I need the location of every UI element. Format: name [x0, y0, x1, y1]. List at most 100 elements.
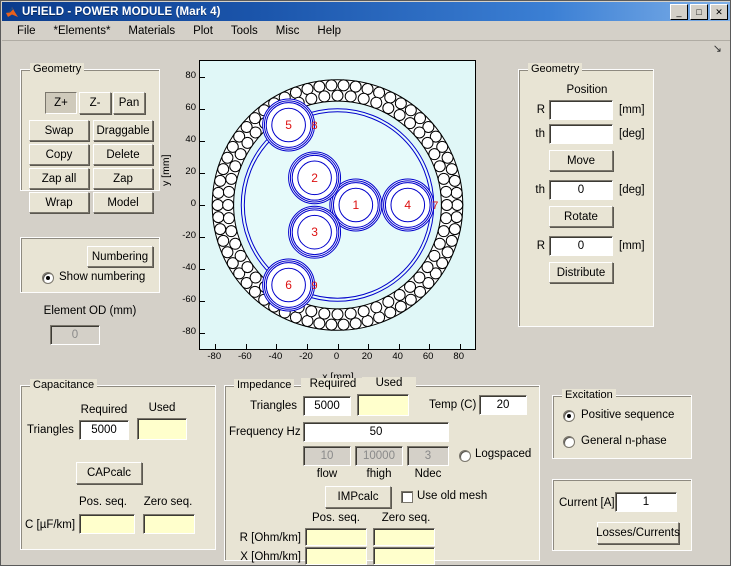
menu-item-tools[interactable]: Tools [222, 23, 267, 39]
impedance-r-zero-seq-field[interactable] [373, 528, 435, 546]
geometry-right-panel: Geometry Position R [mm] th [deg] Move t… [518, 63, 654, 327]
impedance-x-zero-seq-field[interactable] [373, 547, 435, 565]
svg-text:9: 9 [312, 280, 318, 292]
frequency-label: Frequency Hz [229, 426, 301, 438]
svg-text:4: 4 [404, 198, 411, 212]
capacitance-required-label: Required [80, 404, 128, 416]
copy-button[interactable]: Copy [29, 144, 89, 165]
svg-text:8: 8 [312, 120, 318, 132]
x-axis-tick-label: -80 [207, 351, 222, 362]
close-button[interactable]: ✕ [710, 4, 728, 20]
svg-text:3: 3 [311, 225, 318, 239]
maximize-button[interactable]: □ [690, 4, 708, 20]
menu-item-elements[interactable]: *Elements* [45, 23, 120, 39]
impedance-r-pos-seq-field[interactable] [305, 528, 367, 546]
plot-drawing: 1 2 3 4 5 6 8 7 9 [211, 79, 464, 331]
fhigh-field[interactable]: 10000 [355, 446, 403, 466]
model-button[interactable]: Model [93, 192, 153, 213]
distribute-button[interactable]: Distribute [549, 262, 613, 283]
capacitance-c-pos-seq-field[interactable] [79, 514, 135, 534]
svg-text:6: 6 [285, 278, 292, 292]
rotate-button[interactable]: Rotate [549, 206, 613, 227]
svg-text:5: 5 [285, 118, 292, 132]
capacitance-c-zero-seq-field[interactable] [143, 514, 195, 534]
minimize-button[interactable]: _ [670, 4, 688, 20]
zoom-in-button[interactable]: Z+ [45, 92, 77, 114]
show-numbering-radio[interactable] [42, 272, 54, 284]
position-th-field[interactable] [549, 124, 613, 144]
capacitance-title: Capacitance [30, 379, 98, 391]
y-axis-tick [200, 109, 205, 110]
impedance-used-label: Used [362, 377, 416, 389]
move-button[interactable]: Move [549, 150, 613, 171]
zap-button[interactable]: Zap [93, 168, 153, 189]
impedance-x-label: X [Ohm/km] [240, 551, 301, 563]
menu-item-help[interactable]: Help [308, 23, 350, 39]
element-od-field[interactable]: 0 [50, 325, 100, 345]
rotate-th-field[interactable]: 0 [549, 180, 613, 200]
logspaced-radio[interactable] [459, 450, 471, 462]
capacitance-zero-seq-label: Zero seq. [143, 496, 193, 508]
frequency-field[interactable]: 50 [303, 422, 449, 442]
menu-item-file[interactable]: File [8, 23, 45, 39]
numbering-button[interactable]: Numbering [87, 246, 153, 267]
menu-bar: File *Elements* Materials Plot Tools Mis… [2, 21, 730, 41]
temp-field[interactable]: 20 [479, 395, 527, 415]
capcalc-button[interactable]: CAPcalc [76, 462, 142, 484]
use-old-mesh-checkbox[interactable] [401, 491, 413, 503]
y-axis-tick-label: -20 [182, 230, 196, 241]
x-axis-tick-label: 80 [453, 351, 464, 362]
cable-cross-section-plot: y [mm] 1 2 3 4 5 6 8 7 9 -80 -60 -40 -20 0 20 40 60 80 -… [160, 56, 508, 424]
impedance-r-label: R [Ohm/km] [239, 532, 301, 544]
geometry-right-title: Geometry [528, 63, 583, 75]
impedance-panel: Impedance Required Used Triangles 5000 T… [224, 377, 540, 565]
positive-sequence-radio[interactable] [563, 410, 575, 422]
impcalc-button[interactable]: IMPcalc [325, 486, 391, 508]
impedance-triangles-label: Triangles [250, 400, 297, 412]
x-axis-tick-label: -20 [299, 351, 313, 362]
menu-item-misc[interactable]: Misc [267, 23, 309, 39]
impedance-title: Impedance [234, 379, 295, 391]
excitation-panel: Excitation Positive sequence General n-p… [552, 389, 692, 459]
y-axis-tick-label: -60 [182, 294, 196, 305]
impedance-triangles-used-field[interactable] [357, 394, 409, 416]
x-axis-tick [306, 344, 308, 349]
position-r-label: R [536, 104, 545, 116]
delete-button[interactable]: Delete [93, 144, 153, 165]
pan-button[interactable]: Pan [113, 92, 145, 114]
x-axis-tick-label: -60 [237, 351, 252, 362]
x-axis-tick-label: 60 [422, 351, 434, 362]
y-axis-tick [200, 237, 205, 238]
impedance-pos-seq-label: Pos. seq. [312, 512, 360, 524]
plot-axes[interactable]: 1 2 3 4 5 6 8 7 9 [199, 60, 476, 350]
ndec-field[interactable]: 3 [407, 446, 449, 466]
current-field[interactable]: 1 [615, 492, 677, 512]
impedance-x-pos-seq-field[interactable] [305, 547, 367, 565]
flow-field[interactable]: 10 [303, 446, 351, 466]
position-label: Position [566, 84, 608, 96]
capacitance-triangles-label: Triangles [27, 424, 74, 436]
wrap-button[interactable]: Wrap [29, 192, 89, 213]
position-r-field[interactable] [549, 100, 613, 120]
zap-all-button[interactable]: Zap all [29, 168, 89, 189]
y-axis-tick [200, 205, 205, 206]
element-od-label: Element OD (mm) [43, 305, 137, 317]
distribute-r-field[interactable]: 0 [549, 236, 613, 256]
menu-item-plot[interactable]: Plot [184, 23, 222, 39]
rotate-th-unit: [deg] [619, 184, 645, 196]
zoom-out-button[interactable]: Z- [79, 92, 111, 114]
x-axis-tick [245, 344, 247, 349]
swap-button[interactable]: Swap [29, 120, 89, 141]
positive-sequence-label: Positive sequence [581, 409, 675, 421]
losses-currents-button[interactable]: Losses/Currents [596, 522, 680, 544]
capacitance-triangles-used-field[interactable] [137, 418, 187, 440]
capacitance-used-label: Used [148, 402, 176, 414]
capacitance-triangles-required-field[interactable]: 5000 [79, 420, 129, 440]
impedance-triangles-required-field[interactable]: 5000 [303, 396, 351, 416]
general-n-phase-radio[interactable] [563, 436, 575, 448]
y-axis-tick [200, 269, 205, 270]
menu-item-materials[interactable]: Materials [119, 23, 184, 39]
x-axis-tick-label: 40 [392, 351, 403, 362]
resize-handle-icon[interactable]: ↘ [713, 42, 722, 55]
draggable-button[interactable]: Draggable [93, 120, 153, 141]
